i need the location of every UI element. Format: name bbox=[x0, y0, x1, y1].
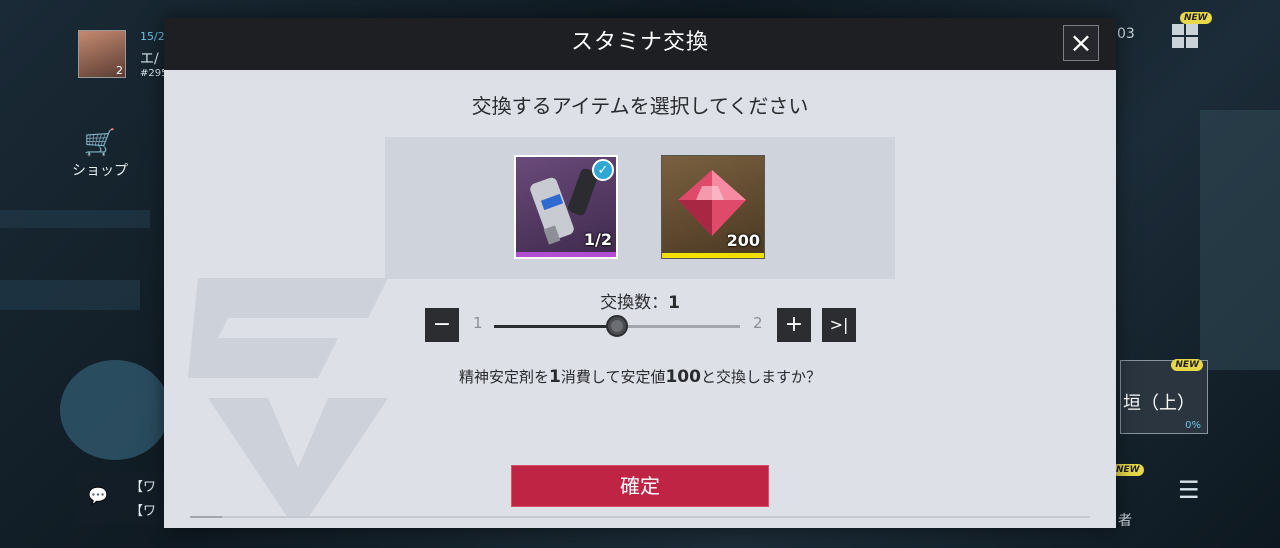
item-selection-panel: ✓ 1/2 200 bbox=[385, 137, 895, 279]
item-stabilizer[interactable]: ✓ 1/2 bbox=[514, 155, 618, 259]
quantity-value: 1 bbox=[668, 293, 680, 313]
slider-handle[interactable] bbox=[606, 315, 628, 337]
bg-chair bbox=[60, 360, 170, 460]
confirm-text-part: 精神安定剤を bbox=[459, 368, 550, 386]
new-badge: NEW bbox=[1171, 359, 1203, 371]
increase-button[interactable]: + bbox=[777, 308, 811, 342]
new-badge: NEW bbox=[1112, 464, 1144, 476]
stamina-counter: 15/2 bbox=[140, 30, 165, 43]
decrease-button[interactable]: − bbox=[425, 308, 459, 342]
list-menu-icon[interactable]: ☰ bbox=[1178, 476, 1200, 504]
scroll-indicator bbox=[190, 516, 1090, 518]
new-badge: NEW bbox=[1180, 12, 1212, 24]
player-avatar[interactable]: 2 bbox=[78, 30, 126, 78]
exchange-confirmation-text: 精神安定剤を1消費して安定値100と交換しますか？ bbox=[164, 366, 1116, 387]
menu-grid-icon[interactable] bbox=[1172, 24, 1198, 48]
player-level: 2 bbox=[116, 64, 123, 77]
stamina-amount: 100 bbox=[665, 367, 701, 387]
chat-icon: 💬 bbox=[88, 486, 108, 505]
range-min: 1 bbox=[473, 314, 483, 332]
event-card[interactable]: NEW 垣（上） 0% bbox=[1120, 359, 1208, 434]
chat-line: 【ワ bbox=[130, 480, 157, 495]
item-count: 1/2 bbox=[583, 230, 612, 249]
hud-number: 03 bbox=[1117, 26, 1135, 42]
range-max: 2 bbox=[753, 314, 763, 332]
max-button[interactable]: >| bbox=[822, 308, 856, 342]
player-name: エ/ bbox=[140, 51, 159, 67]
item-count: 200 bbox=[726, 231, 760, 250]
quantity-label-text: 交換数： bbox=[600, 293, 669, 313]
close-button[interactable]: × bbox=[1063, 25, 1099, 61]
shop-label: ショップ bbox=[72, 163, 128, 179]
quantity-slider[interactable] bbox=[494, 315, 740, 337]
bg-shelf bbox=[0, 280, 140, 310]
rarity-bar bbox=[662, 253, 764, 258]
slider-fill bbox=[494, 325, 617, 328]
confirm-text-part: 消費して安定値 bbox=[560, 368, 666, 386]
selection-prompt: 交換するアイテムを選択してください bbox=[471, 94, 809, 118]
consume-amount: 1 bbox=[549, 367, 561, 387]
cart-icon: 🛒 bbox=[83, 128, 117, 158]
stamina-exchange-dialog: スタミナ交換 × 交換するアイテムを選択してください ✓ 1/2 200 交換数… bbox=[164, 18, 1116, 528]
side-text: 者 bbox=[1118, 513, 1132, 529]
logo-watermark bbox=[188, 278, 388, 518]
shop-button[interactable]: 🛒 ショップ bbox=[68, 128, 132, 180]
event-card-title: 垣（上） bbox=[1123, 393, 1195, 414]
item-crystal[interactable]: 200 bbox=[661, 155, 765, 259]
chat-line: 【ワ bbox=[130, 504, 157, 519]
chat-bar[interactable]: 💬 【ワ 【ワ bbox=[78, 472, 164, 524]
rarity-bar bbox=[516, 252, 616, 257]
bg-fridge bbox=[1200, 110, 1280, 370]
selected-check-icon: ✓ bbox=[592, 159, 614, 181]
bg-shelf bbox=[0, 210, 150, 228]
quantity-label: 交換数：1 bbox=[164, 288, 1116, 313]
confirm-text-part: と交換しますか？ bbox=[700, 368, 821, 386]
dialog-header: スタミナ交換 × bbox=[164, 18, 1116, 70]
confirm-button[interactable]: 確定 bbox=[511, 465, 769, 507]
event-card-progress: 0% bbox=[1185, 420, 1201, 431]
dialog-title: スタミナ交換 bbox=[570, 30, 709, 55]
